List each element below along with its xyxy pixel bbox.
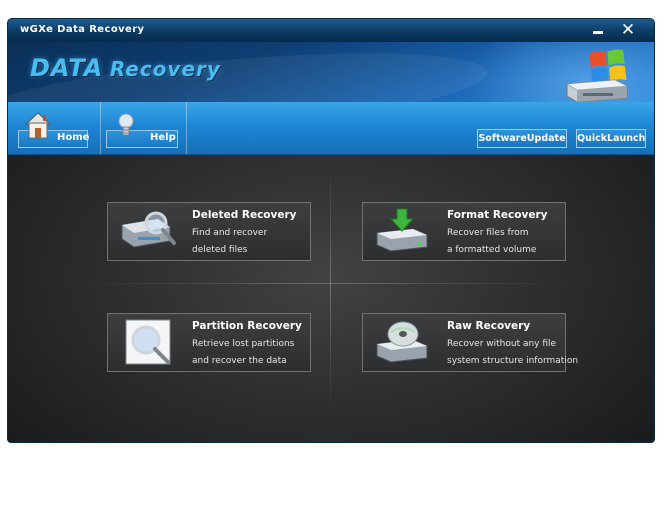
format-recovery-desc-line2: a formatted volume <box>447 245 536 255</box>
partition-recovery-title: Partition Recovery <box>192 320 302 332</box>
window-title: wGXe Data Recovery <box>20 24 144 35</box>
logo-data-text: DATA <box>30 54 103 82</box>
help-label: Help <box>150 132 176 143</box>
partition-recovery-desc-line2: and recover the data <box>192 356 287 366</box>
raw-recovery-desc-line1: Recover without any file <box>447 339 556 349</box>
partition-recovery-button[interactable]: Partition Recovery Retrieve lost partiti… <box>107 313 311 372</box>
deleted-recovery-button[interactable]: Deleted Recovery Find and recover delete… <box>107 202 311 261</box>
format-recovery-desc-line1: Recover files from <box>447 228 528 238</box>
raw-recovery-desc-line2: system structure information <box>447 356 578 366</box>
software-update-button[interactable]: SoftwareUpdate <box>477 129 567 148</box>
banner: DATA Recovery <box>8 42 654 102</box>
deleted-recovery-title: Deleted Recovery <box>192 209 297 221</box>
deleted-recovery-desc-line2: deleted files <box>192 245 247 255</box>
app-logo: DATA Recovery <box>30 54 221 82</box>
format-recovery-title: Format Recovery <box>447 209 547 221</box>
deleted-recovery-desc-line1: Find and recover <box>192 228 267 238</box>
horizontal-divider <box>78 283 578 284</box>
lightbulb-icon <box>112 110 140 140</box>
home-button[interactable]: Home <box>18 110 90 146</box>
logo-recovery-text: Recovery <box>110 57 221 81</box>
main-panel: Deleted Recovery Find and recover delete… <box>8 155 654 442</box>
raw-recovery-title: Raw Recovery <box>447 320 530 332</box>
drive-download-icon <box>373 207 437 255</box>
cd-drive-icon <box>373 318 437 366</box>
windows-drive-icon <box>561 48 633 102</box>
vertical-divider <box>330 161 331 411</box>
format-recovery-button[interactable]: Format Recovery Recover files from a for… <box>362 202 566 261</box>
title-bar[interactable]: wGXe Data Recovery ✕ <box>8 19 654 42</box>
help-button[interactable]: Help <box>106 110 178 146</box>
toolbar-separator <box>100 102 101 154</box>
toolbar-separator <box>186 102 187 154</box>
home-label: Home <box>57 132 89 143</box>
magnifier-window-icon <box>118 318 182 366</box>
home-icon <box>24 110 52 140</box>
magnifier-drive-icon <box>118 207 182 255</box>
minimize-button[interactable] <box>591 23 605 37</box>
app-window: wGXe Data Recovery ✕ DATA Recovery <box>8 19 654 442</box>
quick-launch-button[interactable]: QuickLaunch <box>576 129 646 148</box>
close-button[interactable]: ✕ <box>620 21 636 39</box>
raw-recovery-button[interactable]: Raw Recovery Recover without any file sy… <box>362 313 566 372</box>
partition-recovery-desc-line1: Retrieve lost partitions <box>192 339 294 349</box>
